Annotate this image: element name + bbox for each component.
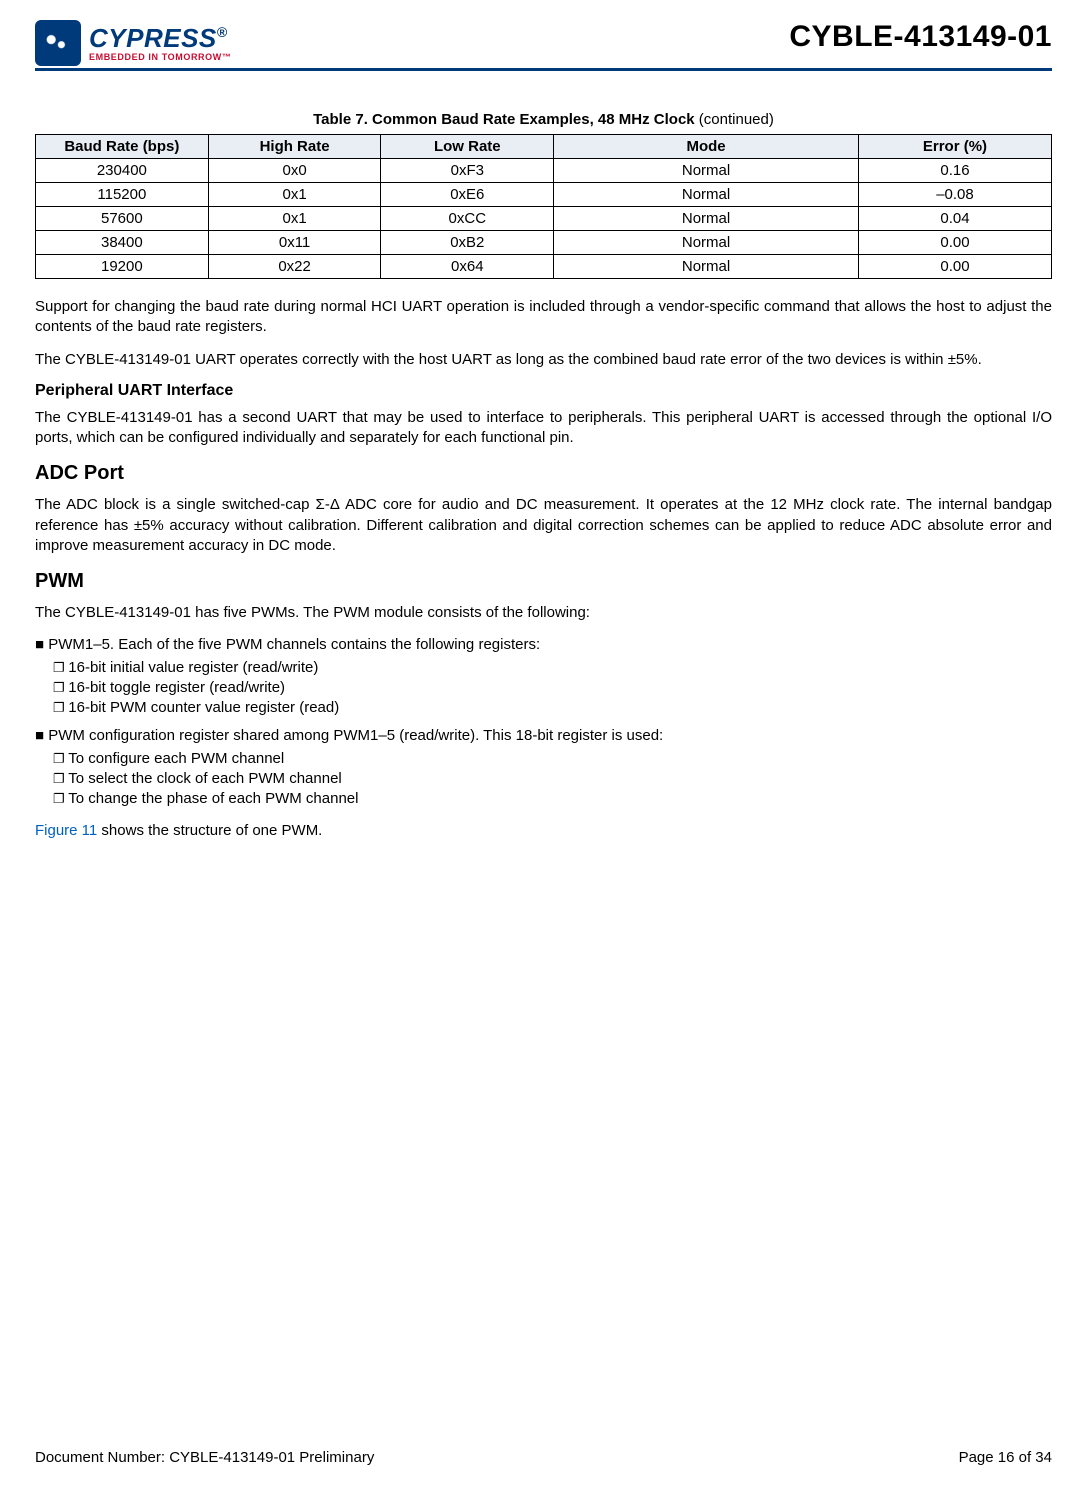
paragraph: The CYBLE-413149-01 has a second UART th… <box>35 408 1052 449</box>
sub-list-item: To change the phase of each PWM channel <box>53 789 1052 809</box>
table-row: 57600 0x1 0xCC Normal 0.04 <box>36 207 1052 231</box>
paragraph: The ADC block is a single switched-cap Σ… <box>35 495 1052 556</box>
logo-name: CYPRESS <box>89 23 217 53</box>
cell: 115200 <box>36 183 209 207</box>
cell: 0.00 <box>858 231 1051 255</box>
table-row: 230400 0x0 0xF3 Normal 0.16 <box>36 159 1052 183</box>
sub-list-item: To select the clock of each PWM channel <box>53 769 1052 789</box>
logo: CYPRESS® EMBEDDED IN TOMORROW™ <box>35 20 231 66</box>
cell: 0xCC <box>381 207 554 231</box>
paragraph: The CYBLE-413149-01 has five PWMs. The P… <box>35 603 1052 623</box>
heading-peripheral-uart: Peripheral UART Interface <box>35 382 1052 400</box>
sub-list: To configure each PWM channel To select … <box>53 749 1052 810</box>
figure-reference: Figure 11 shows the structure of one PWM… <box>35 821 1052 841</box>
cell: 0xF3 <box>381 159 554 183</box>
document-title: CYBLE-413149-01 <box>789 20 1052 54</box>
cell: 0.00 <box>858 255 1051 279</box>
cell: Normal <box>554 255 859 279</box>
col-error: Error (%) <box>858 135 1051 159</box>
cell: –0.08 <box>858 183 1051 207</box>
col-baud: Baud Rate (bps) <box>36 135 209 159</box>
cell: Normal <box>554 207 859 231</box>
sub-list-item: 16-bit toggle register (read/write) <box>53 678 1052 698</box>
pwm-list: PWM1–5. Each of the five PWM channels co… <box>35 635 1052 809</box>
page-header: CYPRESS® EMBEDDED IN TOMORROW™ CYBLE-413… <box>35 20 1052 71</box>
cell: 19200 <box>36 255 209 279</box>
cell: 0x1 <box>208 207 381 231</box>
sub-list-item: 16-bit PWM counter value register (read) <box>53 698 1052 718</box>
heading-pwm: PWM <box>35 570 1052 593</box>
list-item: PWM configuration register shared among … <box>35 726 1052 809</box>
logo-tagline: EMBEDDED IN TOMORROW™ <box>89 53 231 62</box>
col-high: High Rate <box>208 135 381 159</box>
cell: 0xE6 <box>381 183 554 207</box>
cell: 230400 <box>36 159 209 183</box>
cell: 57600 <box>36 207 209 231</box>
list-item-text: PWM1–5. Each of the five PWM channels co… <box>48 636 540 653</box>
baud-rate-table: Baud Rate (bps) High Rate Low Rate Mode … <box>35 134 1052 279</box>
cell: 0x0 <box>208 159 381 183</box>
cell: 0xB2 <box>381 231 554 255</box>
table-caption-prefix: Table 7. <box>313 111 372 128</box>
cell: Normal <box>554 159 859 183</box>
paragraph: Support for changing the baud rate durin… <box>35 297 1052 338</box>
page-footer: Document Number: CYBLE-413149-01 Prelimi… <box>35 1449 1052 1466</box>
list-item: PWM1–5. Each of the five PWM channels co… <box>35 635 1052 718</box>
figure-link[interactable]: Figure 11 <box>35 822 97 839</box>
cypress-logo-icon <box>35 20 81 66</box>
cell: Normal <box>554 231 859 255</box>
table-caption-suffix: (continued) <box>695 111 774 128</box>
sub-list: 16-bit initial value register (read/writ… <box>53 658 1052 719</box>
cell: 0x22 <box>208 255 381 279</box>
table-header-row: Baud Rate (bps) High Rate Low Rate Mode … <box>36 135 1052 159</box>
logo-text: CYPRESS® EMBEDDED IN TOMORROW™ <box>89 25 231 62</box>
cell: Normal <box>554 183 859 207</box>
cell: 38400 <box>36 231 209 255</box>
paragraph: The CYBLE-413149-01 UART operates correc… <box>35 350 1052 370</box>
cell: 0x11 <box>208 231 381 255</box>
table-row: 19200 0x22 0x64 Normal 0.00 <box>36 255 1052 279</box>
logo-reg: ® <box>217 24 228 40</box>
footer-page-number: Page 16 of 34 <box>959 1449 1052 1466</box>
table-row: 38400 0x11 0xB2 Normal 0.00 <box>36 231 1052 255</box>
footer-doc-number: Document Number: CYBLE-413149-01 Prelimi… <box>35 1449 374 1466</box>
cell: 0x1 <box>208 183 381 207</box>
cell: 0.04 <box>858 207 1051 231</box>
table-caption: Table 7. Common Baud Rate Examples, 48 M… <box>35 111 1052 128</box>
figure-ref-rest: shows the structure of one PWM. <box>97 822 322 839</box>
col-low: Low Rate <box>381 135 554 159</box>
cell: 0x64 <box>381 255 554 279</box>
table-row: 115200 0x1 0xE6 Normal –0.08 <box>36 183 1052 207</box>
list-item-text: PWM configuration register shared among … <box>48 727 663 744</box>
sub-list-item: 16-bit initial value register (read/writ… <box>53 658 1052 678</box>
table-caption-title: Common Baud Rate Examples, 48 MHz Clock <box>372 111 695 128</box>
heading-adc-port: ADC Port <box>35 462 1052 485</box>
cell: 0.16 <box>858 159 1051 183</box>
sub-list-item: To configure each PWM channel <box>53 749 1052 769</box>
col-mode: Mode <box>554 135 859 159</box>
